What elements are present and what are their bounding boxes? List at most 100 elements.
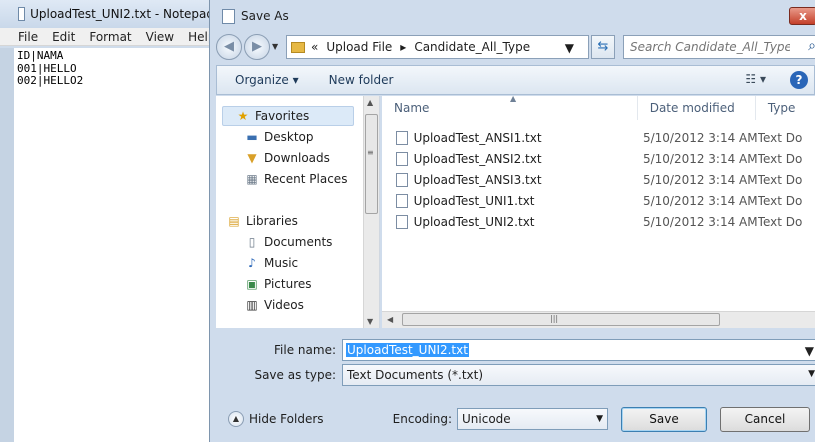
file-row[interactable]: UploadTest_ANSI1.txt 5/10/2012 3:14 AM Tex…	[382, 127, 815, 148]
pictures-icon: ▣	[246, 277, 258, 291]
nav-label: Libraries	[246, 214, 298, 228]
file-date: 5/10/2012 3:14 AM	[642, 172, 758, 187]
file-type: Text Do	[757, 151, 803, 166]
documents-icon: ▯	[248, 235, 256, 249]
nav-documents[interactable]: ▯ Documents	[244, 232, 333, 252]
search-icon[interactable]: ⌕	[808, 38, 815, 54]
save-as-type-dropdown-icon[interactable]: ▼	[808, 369, 815, 379]
file-name-input[interactable]: UploadTest_UNI2.txt ▼	[342, 339, 815, 361]
back-button[interactable]: ◀	[216, 34, 242, 60]
refresh-icon: ⇆	[597, 39, 609, 54]
dialog-titlebar: Save As	[210, 0, 815, 32]
notepad-window: UploadTest_UNI2.txt - Notepad File Edit …	[0, 0, 215, 442]
address-dropdown-icon[interactable]: ▼	[565, 41, 574, 55]
cancel-button[interactable]: Cancel	[720, 407, 810, 432]
organize-button[interactable]: Organize ▾	[235, 73, 299, 87]
scrollbar-thumb[interactable]	[365, 114, 378, 214]
text-line: ID|NAMA	[17, 49, 64, 62]
nav-label: Pictures	[264, 277, 312, 291]
new-folder-button[interactable]: New folder	[329, 73, 394, 87]
scroll-down-icon[interactable]: ▼	[367, 317, 373, 326]
desktop-edge	[0, 48, 14, 442]
save-button[interactable]: Save	[621, 407, 707, 432]
notepad-titlebar: UploadTest_UNI2.txt - Notepad	[0, 0, 214, 28]
text-file-icon	[396, 130, 408, 145]
search-input[interactable]	[630, 40, 790, 54]
text-file-icon	[396, 193, 408, 208]
desktop-icon: ▬	[246, 130, 258, 144]
forward-button[interactable]: ▶	[244, 34, 270, 60]
file-list: Name ▲ Date modified Type UploadTest_ANSI…	[382, 94, 815, 328]
collapse-up-icon: ▲	[228, 411, 244, 427]
text-file-icon	[396, 172, 408, 187]
file-type: Text Do	[757, 193, 803, 208]
encoding-label: Encoding:	[392, 412, 452, 426]
dialog-app-icon	[222, 8, 235, 24]
nav-recent-places[interactable]: ▦ Recent Places	[244, 169, 347, 189]
back-arrow-icon: ◀	[224, 39, 234, 54]
nav-libraries[interactable]: ▤ Libraries	[226, 211, 298, 231]
sort-ascending-icon: ▲	[510, 94, 517, 103]
menu-format[interactable]: Format	[89, 30, 131, 44]
recent-locations-dropdown-icon[interactable]: ▼	[272, 42, 278, 51]
save-as-type-label: Save as type:	[254, 368, 336, 382]
file-name-value: UploadTest_UNI2.txt	[346, 343, 469, 357]
column-label: Name	[394, 101, 430, 115]
close-button[interactable]: x	[789, 7, 815, 25]
hide-folders-button[interactable]: ▲ Hide Folders	[228, 411, 324, 427]
file-name: UploadTest_UNI2.txt	[413, 214, 535, 229]
view-options-icon[interactable]: ☷ ▾	[745, 72, 766, 86]
scroll-left-icon[interactable]: ◀	[387, 315, 393, 324]
breadcrumb-candidate-all-type[interactable]: Candidate_All_Type	[414, 40, 530, 54]
file-name: UploadTest_ANSI2.txt	[413, 151, 542, 166]
menu-view[interactable]: View	[146, 30, 174, 44]
address-bar[interactable]: « Upload File ▸ Candidate_All_Type ▼	[286, 35, 589, 59]
nav-videos[interactable]: ▥ Videos	[244, 295, 304, 315]
breadcrumb-separator-icon: ▸	[400, 40, 407, 54]
column-type[interactable]: Type	[756, 96, 815, 120]
menu-file[interactable]: File	[18, 30, 38, 44]
breadcrumb-upload-file[interactable]: Upload File	[326, 40, 392, 54]
text-file-icon	[396, 214, 408, 229]
nav-downloads[interactable]: ▼ Downloads	[244, 148, 330, 168]
text-line: 002|HELLO2	[17, 74, 84, 87]
nav-favorites[interactable]: ★ Favorites	[222, 106, 354, 126]
column-date-modified[interactable]: Date modified	[638, 96, 756, 120]
videos-icon: ▥	[246, 298, 258, 312]
encoding-dropdown-icon[interactable]: ▼	[596, 414, 603, 424]
file-row[interactable]: UploadTest_ANSI3.txt 5/10/2012 3:14 AM Tex…	[382, 169, 815, 190]
refresh-button[interactable]: ⇆	[591, 35, 615, 59]
nav-label: Desktop	[264, 130, 314, 144]
navigation-pane: ★ Favorites ▬ Desktop ▼ Downloads ▦ Recent P…	[216, 96, 380, 328]
file-type: Text Do	[757, 172, 803, 187]
file-name-dropdown-icon[interactable]: ▼	[804, 344, 815, 358]
encoding-value: Unicode	[462, 412, 511, 426]
save-as-type-select[interactable]: Text Documents (*.txt) ▼	[342, 364, 815, 386]
menu-edit[interactable]: Edit	[52, 30, 75, 44]
search-box[interactable]: ⌕	[623, 35, 815, 59]
nav-pictures[interactable]: ▣ Pictures	[244, 274, 312, 294]
nav-music[interactable]: ♪ Music	[244, 253, 298, 273]
notepad-title: UploadTest_UNI2.txt - Notepad	[30, 7, 214, 21]
scrollbar-grip-icon: ≡	[367, 148, 374, 157]
encoding-select[interactable]: Unicode ▼	[457, 408, 608, 430]
address-overflow[interactable]: «	[311, 40, 318, 54]
column-headers: Name ▲ Date modified Type	[382, 94, 815, 120]
nav-pane-scrollbar[interactable]: ▲ ≡ ▼	[363, 96, 379, 328]
file-list-horizontal-scrollbar[interactable]: ◀ |||	[382, 311, 815, 328]
notepad-app-icon	[18, 7, 26, 21]
save-as-type-value: Text Documents (*.txt)	[347, 368, 484, 382]
forward-arrow-icon: ▶	[252, 39, 262, 54]
help-icon[interactable]: ?	[790, 71, 808, 89]
file-name: UploadTest_UNI1.txt	[413, 193, 535, 208]
column-name[interactable]: Name ▲	[382, 94, 638, 120]
nav-desktop[interactable]: ▬ Desktop	[244, 127, 314, 147]
file-row[interactable]: UploadTest_UNI2.txt 5/10/2012 3:14 AM Text…	[382, 211, 815, 232]
file-row[interactable]: UploadTest_ANSI2.txt 5/10/2012 3:14 AM Tex…	[382, 148, 815, 169]
file-row[interactable]: UploadTest_UNI1.txt 5/10/2012 3:14 AM Text…	[382, 190, 815, 211]
notepad-text-area[interactable]: ID|NAMA 001|HELLO 002|HELLO2	[14, 48, 214, 442]
notepad-menubar: File Edit Format View Help	[0, 28, 215, 46]
scroll-up-icon[interactable]: ▲	[367, 98, 373, 107]
file-name-label: File name:	[274, 343, 336, 357]
scrollbar-thumb[interactable]	[402, 313, 720, 326]
